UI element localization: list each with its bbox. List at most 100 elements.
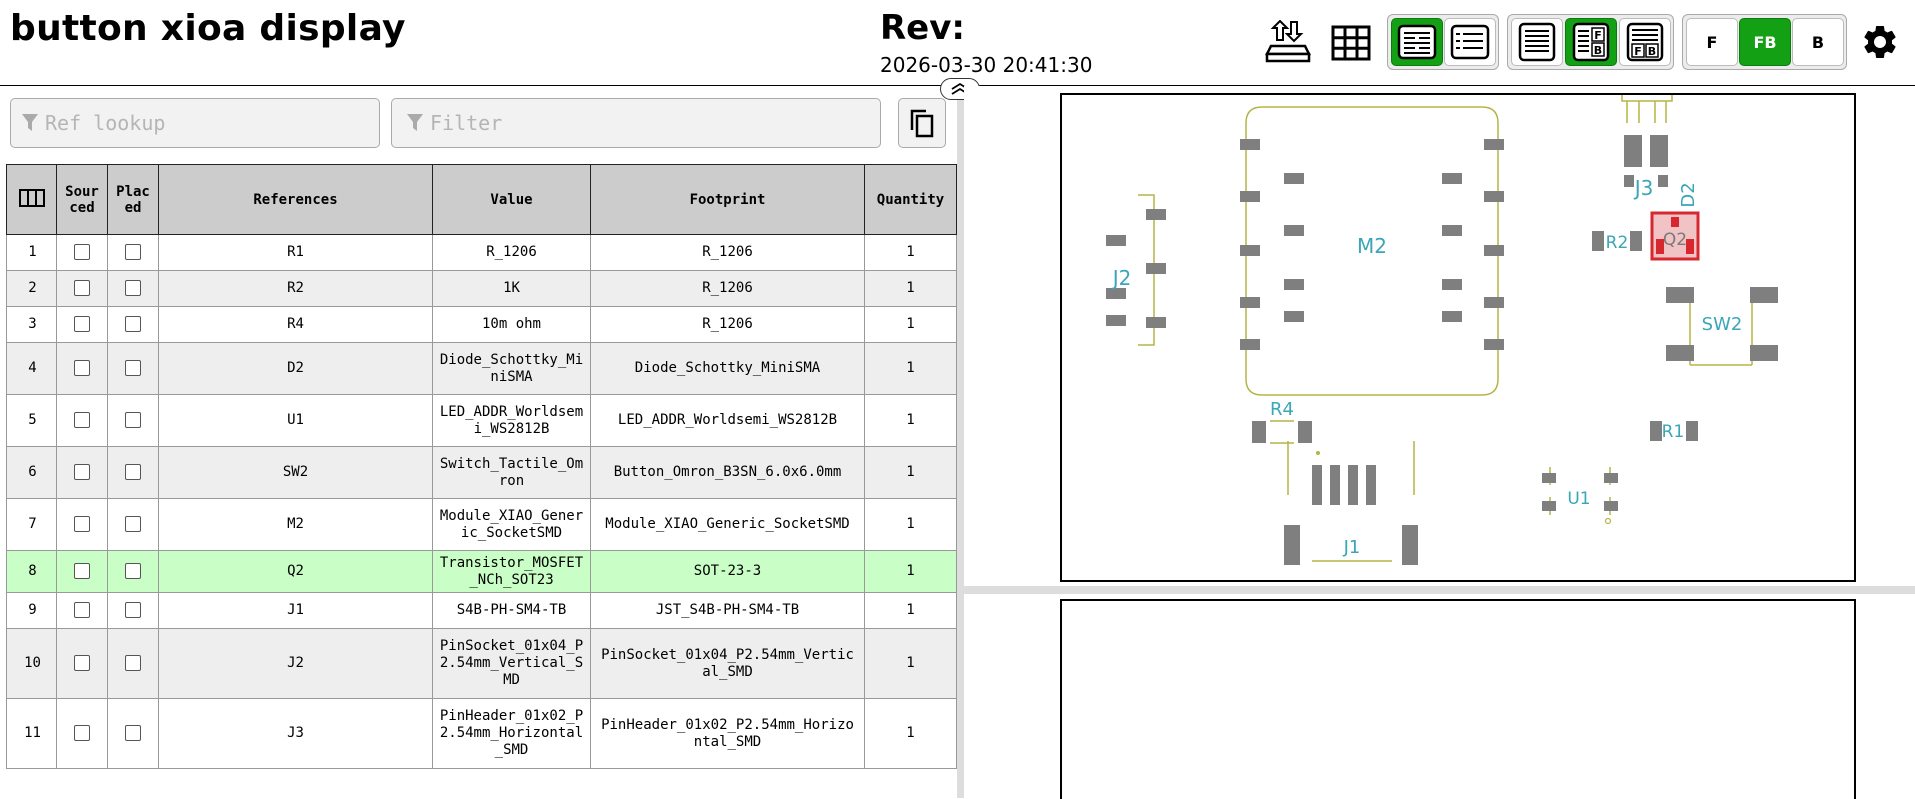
placed-checkbox[interactable] [125, 280, 141, 296]
sourced-checkbox[interactable] [74, 516, 90, 532]
bom-panel: Sour ced Plac ed References Value Footpr… [0, 86, 957, 798]
filter-box[interactable] [391, 98, 881, 148]
export-button[interactable] [1262, 18, 1314, 66]
r1-footprint: R1 [1650, 421, 1698, 442]
placed-header[interactable]: Plac ed [107, 164, 159, 235]
svg-text:F: F [1634, 45, 1642, 58]
footprint-cell: Diode_Schottky_MiniSMA [590, 342, 865, 395]
layer-front-button[interactable]: F [1686, 18, 1738, 66]
table-row[interactable]: 2 R2 1K R_1206 1 [6, 270, 957, 307]
value-header[interactable]: Value [432, 164, 591, 235]
footprint-cell: SOT-23-3 [590, 550, 865, 593]
references-header[interactable]: References [158, 164, 433, 235]
placed-checkbox[interactable] [125, 655, 141, 671]
sourced-checkbox[interactable] [74, 563, 90, 579]
q2-label: Q2 [1663, 230, 1687, 250]
placed-checkbox[interactable] [125, 412, 141, 428]
footprint-cell: R_1206 [590, 306, 865, 343]
sourced-checkbox[interactable] [74, 655, 90, 671]
placed-checkbox[interactable] [125, 516, 141, 532]
ref-lookup-input[interactable] [45, 111, 365, 135]
table-row[interactable]: 4 D2 Diode_Schottky_MiniSMA Diode_Schottky_… [6, 342, 957, 395]
references-cell: J1 [158, 592, 433, 629]
settings-button[interactable] [1858, 20, 1902, 64]
bom-left-layout-icon [1397, 24, 1437, 60]
sourced-checkbox-cell [56, 628, 108, 699]
layer-back-button[interactable]: B [1792, 18, 1844, 66]
placed-checkbox-cell [107, 498, 159, 551]
ref-lookup-box[interactable] [10, 98, 380, 148]
q2-footprint: Q2 [1650, 211, 1700, 261]
quantity-cell: 1 [864, 550, 957, 593]
placed-checkbox-cell [107, 394, 159, 447]
vertical-splitter[interactable] [957, 86, 964, 798]
grid-icon [1331, 25, 1371, 61]
sourced-header[interactable]: Sour ced [56, 164, 108, 235]
filter-input[interactable] [430, 111, 750, 135]
value-cell: Switch_Tactile_Omron [432, 446, 591, 499]
sourced-checkbox[interactable] [74, 360, 90, 376]
sourced-checkbox-cell [56, 394, 108, 447]
placed-checkbox[interactable] [125, 316, 141, 332]
placed-checkbox[interactable] [125, 360, 141, 376]
export-icon [1265, 20, 1311, 63]
svg-text:B: B [1648, 45, 1656, 58]
horizontal-splitter[interactable] [964, 586, 1915, 594]
placed-checkbox-cell [107, 628, 159, 699]
columns-icon [18, 188, 45, 207]
sourced-checkbox[interactable] [74, 602, 90, 618]
pcb-back-canvas[interactable] [1060, 599, 1856, 799]
quantity-cell: 1 [864, 234, 957, 271]
bom-fb-stacked-icon: F B [1626, 22, 1664, 62]
table-row[interactable]: 8 Q2 Transistor_MOSFET_NCh_SOT23 SOT-23-3 1 [6, 550, 957, 593]
j1-label: J1 [1343, 537, 1361, 558]
bom-top-layout-button[interactable] [1444, 18, 1496, 66]
value-cell: S4B-PH-SM4-TB [432, 592, 591, 629]
layer-both-button[interactable]: FB [1739, 18, 1791, 66]
sourced-checkbox[interactable] [74, 464, 90, 480]
references-cell: J2 [158, 628, 433, 699]
placed-checkbox[interactable] [125, 244, 141, 260]
references-cell: Q2 [158, 550, 433, 593]
quantity-header[interactable]: Quantity [864, 164, 957, 235]
table-row[interactable]: 3 R4 10m ohm R_1206 1 [6, 306, 957, 343]
table-row[interactable]: 1 R1 R_1206 R_1206 1 [6, 234, 957, 271]
table-row[interactable]: 9 J1 S4B-PH-SM4-TB JST_S4B-PH-SM4-TB 1 [6, 592, 957, 629]
value-cell: LED_ADDR_Worldsemi_WS2812B [432, 394, 591, 447]
placed-checkbox[interactable] [125, 563, 141, 579]
sourced-checkbox-cell [56, 592, 108, 629]
table-row[interactable]: 6 SW2 Switch_Tactile_Omron Button_Omron_B3S… [6, 446, 957, 499]
column-menu-header[interactable] [6, 164, 57, 235]
references-cell: R1 [158, 234, 433, 271]
sourced-checkbox[interactable] [74, 316, 90, 332]
references-cell: SW2 [158, 446, 433, 499]
sourced-checkbox[interactable] [74, 725, 90, 741]
copy-button[interactable] [898, 98, 946, 148]
footprint-cell: R_1206 [590, 270, 865, 307]
bom-left-layout-button[interactable] [1391, 18, 1443, 66]
bom-only-button[interactable] [1511, 18, 1563, 66]
placed-checkbox-cell [107, 234, 159, 271]
placed-checkbox[interactable] [125, 725, 141, 741]
placed-checkbox[interactable] [125, 464, 141, 480]
value-cell: R_1206 [432, 234, 591, 271]
value-cell: Module_XIAO_Generic_SocketSMD [432, 498, 591, 551]
row-number: 2 [6, 270, 57, 307]
sourced-checkbox[interactable] [74, 412, 90, 428]
table-row[interactable]: 10 J2 PinSocket_01x04_P2.54mm_Vertical_SMD… [6, 628, 957, 699]
j1-footprint: J1 [1284, 441, 1418, 565]
table-row[interactable]: 11 J3 PinHeader_01x02_P2.54mm_Horizontal_S… [6, 698, 957, 769]
footprint-cell: LED_ADDR_Worldsemi_WS2812B [590, 394, 865, 447]
grid-button[interactable] [1327, 20, 1375, 66]
bom-fb-split-button[interactable]: F B [1565, 18, 1617, 66]
sourced-checkbox[interactable] [74, 244, 90, 260]
bom-fb-stacked-button[interactable]: F B [1619, 18, 1671, 66]
footprint-header[interactable]: Footprint [590, 164, 865, 235]
placed-checkbox-cell [107, 270, 159, 307]
sourced-checkbox[interactable] [74, 280, 90, 296]
table-row[interactable]: 5 U1 LED_ADDR_Worldsemi_WS2812B LED_ADDR_Wo… [6, 394, 957, 447]
table-row[interactable]: 7 M2 Module_XIAO_Generic_SocketSMD Module_X… [6, 498, 957, 551]
placed-checkbox[interactable] [125, 602, 141, 618]
pcb-front-canvas[interactable]: M2 J2 J3 D2 R2 Q2 SW2 R4 R1 U1 J1 [1060, 93, 1856, 582]
footprint-cell: PinHeader_01x02_P2.54mm_Horizontal_SMD [590, 698, 865, 769]
